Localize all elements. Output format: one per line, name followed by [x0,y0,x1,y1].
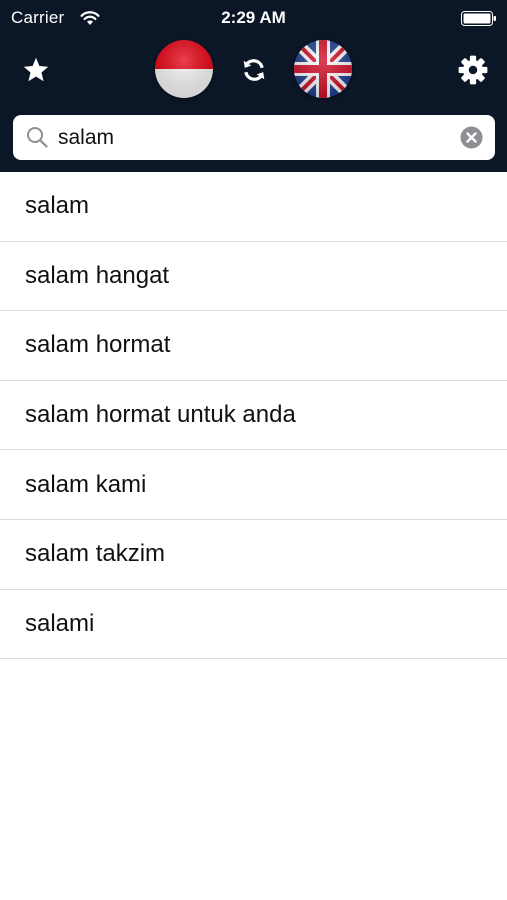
star-icon [23,57,49,82]
indonesia-flag-icon [155,40,213,98]
result-item[interactable]: salam hormat untuk anda [0,380,507,451]
settings-button[interactable] [456,53,490,87]
swap-languages-button[interactable] [238,54,270,86]
result-item[interactable]: salam hormat [0,311,507,381]
gear-icon [458,55,488,85]
refresh-icon [243,59,265,81]
uk-flag-icon [294,40,352,98]
search-input[interactable] [58,124,448,152]
clock: 2:29 AM [221,8,286,27]
result-item[interactable]: salam kami [0,450,507,520]
target-language-flag[interactable] [294,40,352,98]
search-bar [13,115,495,160]
clear-icon[interactable] [460,126,483,149]
result-item[interactable]: salami [0,589,507,660]
result-item[interactable]: salam hangat [0,241,507,312]
search-icon [27,127,48,148]
favorites-button[interactable] [20,54,52,86]
results-list: salam salam hangat salam hormat salam ho… [0,172,507,660]
toolbar [0,36,507,108]
battery-icon [461,11,496,26]
result-item[interactable]: salam [0,172,507,242]
result-item[interactable]: salam takzim [0,519,507,590]
source-language-flag[interactable] [155,40,213,98]
top-bar: Carrier 2:29 AM [0,0,507,172]
status-bar: Carrier 2:29 AM [0,0,507,36]
